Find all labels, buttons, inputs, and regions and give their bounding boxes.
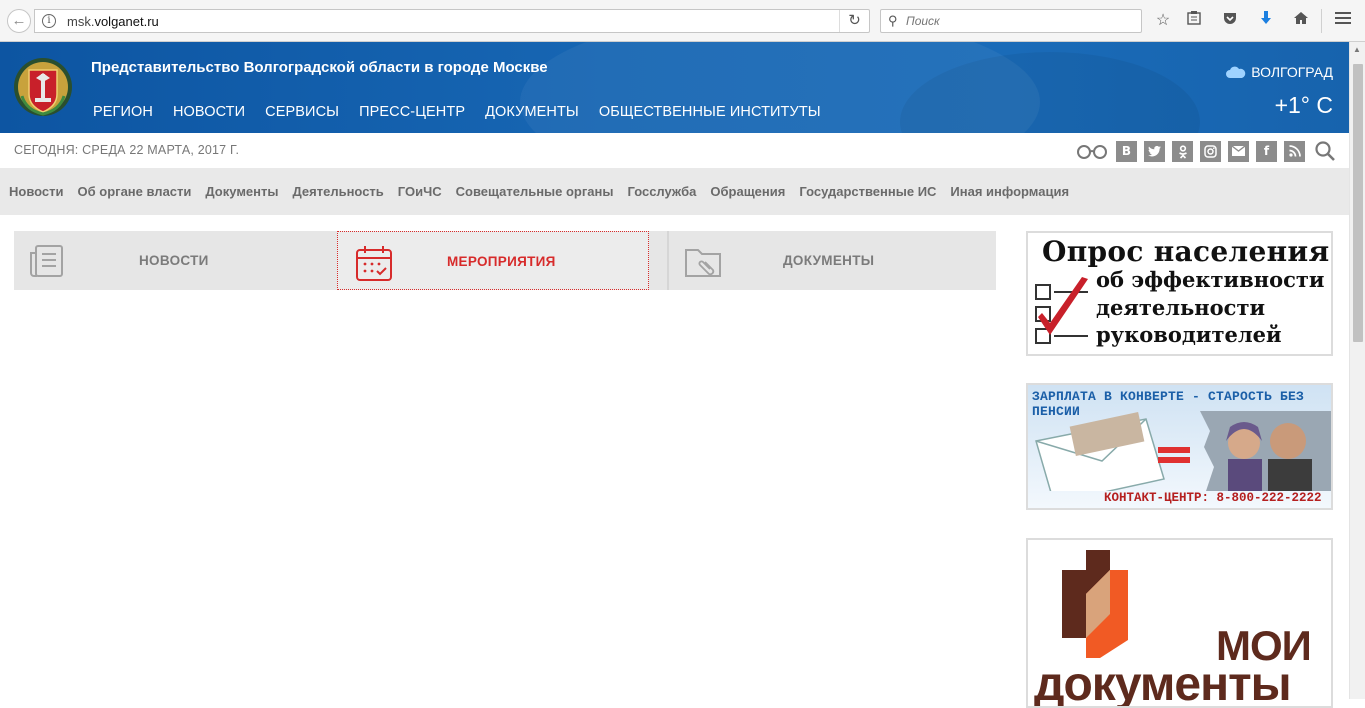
section-nav: Новости Об органе власти Документы Деяте… (0, 168, 1349, 215)
site-search-icon[interactable] (1314, 140, 1336, 162)
site-title[interactable]: Представительство Волгоградской области … (91, 59, 548, 76)
newspaper-icon (30, 245, 63, 277)
banner-survey-line4: руководителей (1096, 322, 1282, 347)
tab-news[interactable]: НОВОСТИ (14, 231, 336, 290)
cloud-icon (1226, 66, 1246, 78)
low-vision-glasses-icon[interactable] (1076, 141, 1108, 161)
content-tabs: НОВОСТИ МЕРОПРИЯТИЯ ДОКУМЕНТЫ (14, 231, 996, 290)
banner-survey-line2: об эффективности (1096, 267, 1325, 292)
section-nav-activity[interactable]: Деятельность (292, 184, 383, 199)
tab-events[interactable]: МЕРОПРИЯТИЯ (337, 231, 649, 290)
calendar-icon (356, 246, 392, 281)
current-date: СЕГОДНЯ: СРЕДА 22 МАРТА, 2017 Г. (14, 143, 240, 157)
main-nav: РЕГИОН НОВОСТИ СЕРВИСЫ ПРЕСС-ЦЕНТР ДОКУМ… (93, 104, 841, 120)
page-scrollbar[interactable]: ▲ (1349, 42, 1365, 699)
coat-of-arms-logo[interactable] (12, 56, 74, 118)
folder-icon (685, 249, 721, 277)
date-bar: СЕГОДНЯ: СРЕДА 22 МАРТА, 2017 Г. В f (0, 133, 1349, 168)
scrollbar-thumb[interactable] (1353, 64, 1363, 342)
tab-events-label: МЕРОПРИЯТИЯ (447, 254, 556, 269)
facebook-icon[interactable]: f (1256, 140, 1277, 162)
weather-city: ВОЛГОГРАД (1251, 64, 1333, 80)
home-icon[interactable] (1290, 10, 1312, 32)
browser-toolbar: ← i msk.volganet.ru ↻ ⚲ ☆ (0, 0, 1365, 42)
section-nav-documents[interactable]: Документы (205, 184, 278, 199)
tab-documents[interactable]: ДОКУМЕНТЫ (669, 231, 996, 290)
banner-salary-contact: КОНТАКТ-ЦЕНТР: 8-800-222-2222 (1104, 491, 1322, 505)
weather-widget[interactable]: ВОЛГОГРАД (1226, 64, 1333, 80)
url-domain: volganet.ru (94, 14, 159, 29)
my-documents-logo (1062, 550, 1128, 658)
address-bar[interactable]: i msk.volganet.ru ↻ (34, 9, 870, 33)
vk-icon[interactable]: В (1116, 140, 1137, 162)
search-icon: ⚲ (888, 13, 898, 28)
main-nav-public-institutions[interactable]: ОБЩЕСТВЕННЫЕ ИНСТИТУТЫ (599, 104, 821, 120)
weather-temperature: +1° C (1274, 92, 1333, 118)
reading-list-icon[interactable] (1183, 10, 1205, 32)
tab-news-label: НОВОСТИ (139, 253, 209, 268)
social-links: В f (1076, 140, 1336, 162)
info-icon[interactable]: i (42, 14, 56, 28)
instagram-icon[interactable] (1200, 140, 1221, 162)
main-nav-services[interactable]: СЕРВИСЫ (265, 104, 339, 120)
odnoklassniki-icon[interactable] (1172, 140, 1193, 162)
main-nav-news[interactable]: НОВОСТИ (173, 104, 245, 120)
banner-mfc-word2: документы (1034, 658, 1292, 708)
browser-search-input[interactable] (906, 12, 1131, 30)
banner-salary-envelope[interactable]: ЗАРПЛАТА В КОНВЕРТЕ - СТАРОСТЬ БЕЗ ПЕНСИ… (1026, 383, 1333, 510)
envelope-elderly-illustration (1035, 411, 1331, 491)
section-nav-about[interactable]: Об органе власти (78, 184, 192, 199)
site-header: Представительство Волгоградской области … (0, 42, 1349, 133)
bookmark-star-icon[interactable]: ☆ (1152, 10, 1174, 32)
url-text[interactable]: msk.volganet.ru (67, 14, 159, 29)
banner-survey-title: Опрос населения (1042, 235, 1330, 268)
main-nav-press-center[interactable]: ПРЕСС-ЦЕНТР (359, 104, 465, 120)
section-nav-civil-defense[interactable]: ГОиЧС (398, 184, 442, 199)
main-nav-region[interactable]: РЕГИОН (93, 104, 153, 120)
section-nav-state-is[interactable]: Государственные ИС (799, 184, 936, 199)
rss-icon[interactable] (1284, 140, 1305, 162)
section-nav-civil-service[interactable]: Госслужба (627, 184, 696, 199)
menu-icon[interactable] (1332, 10, 1354, 32)
twitter-icon[interactable] (1144, 140, 1165, 162)
reload-icon[interactable]: ↻ (839, 10, 869, 32)
checklist-icon (1035, 277, 1088, 344)
downloads-icon[interactable] (1255, 10, 1277, 32)
browser-search-bar[interactable]: ⚲ (880, 9, 1142, 33)
email-icon[interactable] (1228, 140, 1249, 162)
tab-documents-label: ДОКУМЕНТЫ (783, 253, 875, 268)
section-nav-advisory-bodies[interactable]: Совещательные органы (456, 184, 614, 199)
scroll-up-arrow-icon[interactable]: ▲ (1353, 45, 1361, 54)
banner-survey[interactable]: Опрос населения об эффективности деятель… (1026, 231, 1333, 356)
banner-my-documents[interactable]: МОИ документы (1026, 538, 1333, 708)
banner-survey-line3: деятельности (1096, 295, 1266, 320)
main-nav-documents[interactable]: ДОКУМЕНТЫ (485, 104, 579, 120)
section-nav-other-info[interactable]: Иная информация (950, 184, 1069, 199)
url-prefix: msk. (67, 14, 95, 29)
pocket-icon[interactable] (1219, 10, 1241, 32)
section-nav-appeals[interactable]: Обращения (710, 184, 785, 199)
section-nav-news[interactable]: Новости (9, 184, 64, 199)
back-button[interactable]: ← (7, 9, 31, 33)
toolbar-separator (1321, 9, 1322, 33)
